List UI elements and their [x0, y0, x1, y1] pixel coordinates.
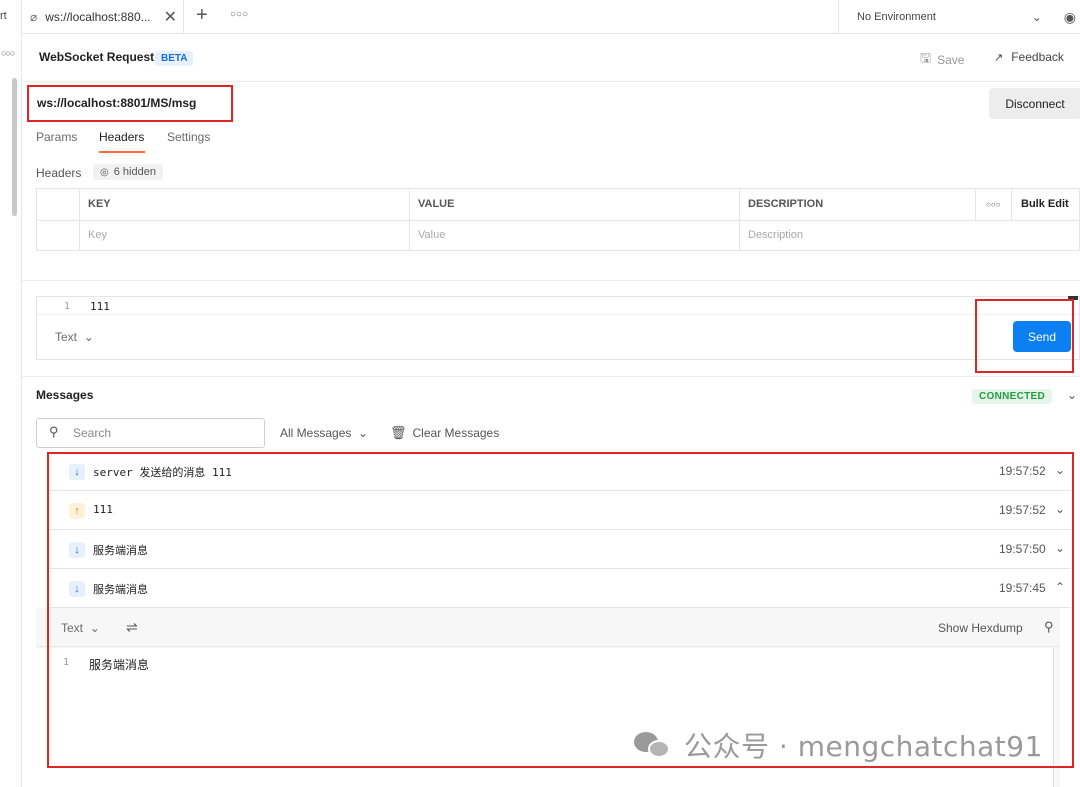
clear-label: Clear Messages [412, 426, 500, 440]
bulk-edit-button[interactable]: Bulk Edit [1021, 198, 1069, 210]
messages-title: Messages [36, 388, 94, 402]
arrow-up-right-icon: ↗ [994, 51, 1004, 64]
divider [22, 280, 1080, 281]
editor-line [37, 297, 1079, 315]
line-number: 1 [64, 301, 71, 312]
key-input[interactable]: Key [88, 229, 107, 241]
column-header-key: KEY [88, 198, 111, 210]
format-label: Text [55, 330, 78, 344]
disconnect-button[interactable]: Disconnect [989, 88, 1080, 119]
tab-title: ws://localhost:880... [45, 10, 151, 24]
tab-bar: ⌀ ws://localhost:880... ✕ + ○○○ No Envir… [22, 0, 1080, 34]
divider [22, 376, 1080, 377]
sidebar-cut-label: rt [0, 10, 7, 22]
hidden-headers-toggle[interactable]: ◎ 6 hidden [93, 164, 163, 180]
message-filter-dropdown[interactable]: All Messages ⌄ [280, 426, 368, 440]
save-label: Save [937, 53, 965, 67]
eye-icon[interactable]: ◉ [1064, 9, 1076, 26]
status-badge: CONNECTED [972, 389, 1053, 404]
column-divider [1011, 189, 1012, 220]
column-more-icon[interactable]: ○○○ [986, 200, 1001, 209]
chevron-down-icon: ⌄ [80, 330, 94, 344]
column-divider [975, 189, 976, 220]
watermark: 公众号 · mengchatchat91 [634, 725, 1043, 765]
chevron-down-icon: ⌄ [1031, 10, 1042, 24]
search-icon: ⚲ [49, 424, 59, 439]
headers-table: KEY VALUE DESCRIPTION ○○○ Bulk Edit Key … [36, 188, 1080, 251]
filter-label: All Messages [280, 426, 352, 440]
messages-highlight-box [47, 452, 1074, 768]
environment-selector[interactable]: No Environment ⌄ ◉ [838, 0, 1080, 34]
websocket-icon: ⌀ [30, 10, 38, 24]
clear-messages-button[interactable]: 🗑 Clear Messages [390, 425, 499, 441]
divider [22, 81, 1080, 82]
dots-icon[interactable]: ○○○ [1, 48, 15, 58]
column-header-value: VALUE [418, 198, 455, 210]
column-header-description: DESCRIPTION [748, 198, 824, 210]
watermark-text: 公众号 · mengchatchat91 [684, 730, 1043, 763]
search-input[interactable] [66, 420, 256, 446]
url-highlight-box [27, 85, 233, 122]
scrollbar[interactable] [12, 78, 17, 216]
send-highlight-box [975, 299, 1074, 373]
tab-settings[interactable]: Settings [167, 130, 210, 144]
feedback-button[interactable]: ↗ Feedback [994, 50, 1064, 64]
chevron-down-icon: ⌄ [354, 426, 369, 440]
new-tab-button[interactable]: + [196, 4, 208, 27]
save-button[interactable]: 🖫 Save [920, 49, 964, 71]
headers-label: Headers [36, 166, 82, 180]
eye-icon: ◎ [100, 166, 109, 178]
chevron-down-icon[interactable]: ⌄ [1067, 388, 1077, 402]
environment-label: No Environment [857, 11, 936, 23]
close-icon[interactable]: ✕ [164, 7, 177, 27]
hidden-count: 6 hidden [113, 166, 156, 178]
row-divider [37, 220, 1079, 221]
save-icon: 🖫 [920, 50, 932, 65]
beta-badge: BETA [155, 51, 194, 66]
page-title: WebSocket Request [39, 50, 155, 64]
active-tab-underline [99, 151, 145, 153]
request-tab[interactable]: ⌀ ws://localhost:880... ✕ [22, 0, 184, 34]
message-editor-text[interactable]: 111 [90, 300, 110, 313]
message-composer[interactable] [36, 296, 1080, 360]
tab-headers[interactable]: Headers [99, 130, 144, 144]
trash-icon: 🗑 [390, 425, 407, 440]
format-dropdown[interactable]: Text ⌄ [55, 330, 94, 344]
wechat-icon [634, 730, 672, 760]
description-input[interactable]: Description [748, 229, 803, 241]
tab-more-icon[interactable]: ○○○ [230, 9, 248, 20]
value-input[interactable]: Value [418, 229, 445, 241]
tab-params[interactable]: Params [36, 130, 77, 144]
feedback-label: Feedback [1011, 50, 1064, 64]
left-sidebar-strip: rt ○○○ [0, 0, 22, 787]
